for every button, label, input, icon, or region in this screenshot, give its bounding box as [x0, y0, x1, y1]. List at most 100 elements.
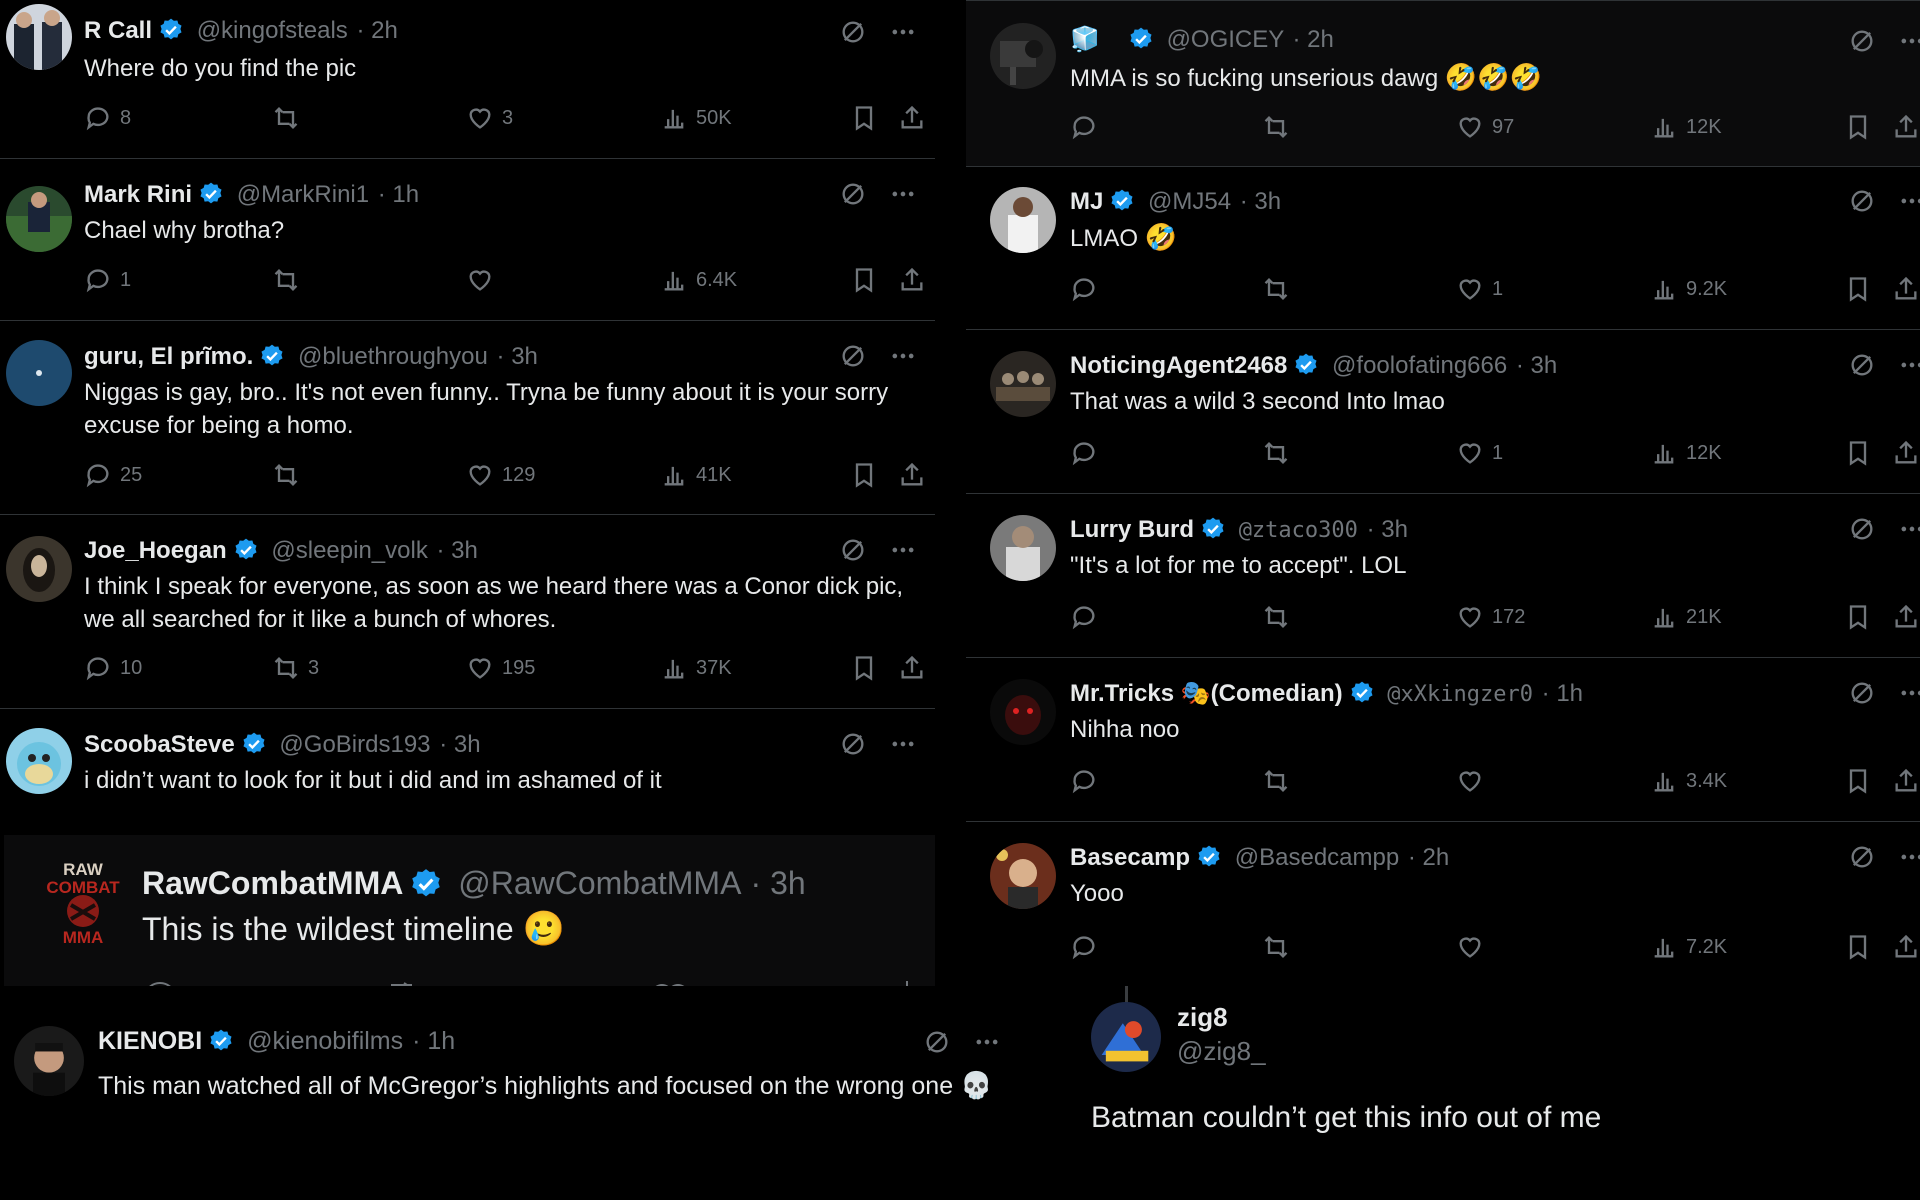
more-icon[interactable]	[1898, 843, 1920, 871]
more-icon[interactable]	[889, 536, 917, 564]
timestamp[interactable]: · 2h	[1408, 844, 1449, 871]
handle[interactable]: @GoBirds193	[279, 731, 430, 758]
grok-icon[interactable]	[1848, 679, 1876, 707]
handle[interactable]: @xXkingzer0	[1387, 682, 1533, 707]
retweet-button[interactable]	[272, 266, 308, 294]
bookmark-button[interactable]	[1844, 933, 1880, 961]
display-name[interactable]: NoticingAgent2468	[1070, 352, 1287, 379]
reply-tweet[interactable]: 🧊 @OGICEY · 2h MMA is so fucking unserio…	[966, 0, 1920, 167]
handle[interactable]: @ztaco300	[1239, 518, 1358, 543]
avatar[interactable]	[6, 536, 72, 602]
bookmark-button[interactable]	[1844, 767, 1880, 795]
display-name[interactable]: zig8	[1177, 1000, 1266, 1034]
avatar[interactable]	[1091, 1002, 1161, 1072]
bookmark-button[interactable]	[1844, 439, 1880, 467]
avatar[interactable]	[14, 1026, 84, 1096]
display-name[interactable]: Mr.Tricks 🎭(Comedian)	[1070, 680, 1343, 707]
retweet-button[interactable]	[1262, 603, 1298, 631]
timestamp[interactable]: · 3h	[1367, 516, 1408, 543]
reply-tweet[interactable]: Lurry Burd @ztaco300 · 3h "It's a lot fo…	[966, 493, 1920, 658]
reply-tweet[interactable]: Joe_Hoegan @sleepin_volk · 3h I think I …	[0, 514, 935, 709]
retweet-button[interactable]	[1262, 439, 1298, 467]
reply-tweet[interactable]: ScoobaSteve @GoBirds193 · 3h i didn’t wa…	[0, 708, 935, 835]
reply-tweet[interactable]: MJ @MJ54 · 3h LMAO 🤣 1 9.2K	[966, 165, 1920, 330]
reply-button[interactable]	[1070, 439, 1106, 467]
avatar[interactable]	[990, 351, 1056, 417]
retweet-button[interactable]	[1262, 113, 1298, 141]
bookmark-button[interactable]	[1844, 603, 1880, 631]
handle[interactable]: @kingofsteals	[197, 17, 348, 44]
like-button[interactable]: 129	[466, 461, 535, 489]
views-button[interactable]: 21K	[1650, 603, 1722, 631]
timestamp[interactable]: · 3h	[437, 537, 478, 564]
reply-tweet[interactable]: zig8 @zig8_ Batman couldn’t get this inf…	[1065, 986, 1920, 1200]
timestamp[interactable]: · 3h	[1516, 352, 1557, 379]
timestamp[interactable]: · 2h	[356, 17, 397, 44]
avatar[interactable]	[990, 23, 1056, 89]
display-name[interactable]: Basecamp	[1070, 844, 1190, 871]
display-name[interactable]: ScoobaSteve	[84, 731, 235, 758]
grok-icon[interactable]	[1848, 843, 1876, 871]
timestamp[interactable]: · 2h	[1293, 26, 1334, 53]
avatar[interactable]	[990, 843, 1056, 909]
reply-tweet[interactable]: R Call @kingofsteals · 2h Where do you f…	[0, 0, 935, 159]
share-button[interactable]	[898, 266, 934, 294]
grok-icon[interactable]	[839, 730, 867, 758]
more-icon[interactable]	[889, 180, 917, 208]
display-name[interactable]: Joe_Hoegan	[84, 537, 227, 564]
timestamp[interactable]: · 1h	[1542, 680, 1583, 707]
share-button[interactable]	[1892, 767, 1920, 795]
handle[interactable]: @bluethroughyou	[298, 343, 488, 370]
grok-icon[interactable]	[1848, 27, 1876, 55]
handle[interactable]: @MarkRini1	[237, 181, 369, 208]
more-icon[interactable]	[1898, 27, 1920, 55]
retweet-button[interactable]: 3	[272, 654, 319, 682]
like-button[interactable]	[466, 266, 502, 294]
like-button[interactable]	[1456, 767, 1492, 795]
reply-tweet[interactable]: guru, El prĩmo. @bluethroughyou · 3h Nig…	[0, 320, 935, 515]
grok-icon[interactable]	[839, 536, 867, 564]
views-button[interactable]: 12K	[1650, 113, 1722, 141]
display-name[interactable]: RawCombatMMA	[142, 865, 403, 901]
handle[interactable]: @OGICEY	[1167, 26, 1284, 53]
display-name[interactable]: Lurry Burd	[1070, 516, 1194, 543]
retweet-button[interactable]	[1262, 933, 1298, 961]
like-button[interactable]: 1	[1456, 439, 1503, 467]
bookmark-button[interactable]	[1844, 113, 1880, 141]
share-button[interactable]	[1892, 275, 1920, 303]
handle[interactable]: @foolofating666	[1332, 352, 1507, 379]
bookmark-button[interactable]	[850, 104, 886, 132]
like-button[interactable]	[1456, 933, 1492, 961]
views-button[interactable]: 6.4K	[660, 266, 737, 294]
quoted-tweet[interactable]: RAW COMBAT MMA RawCombatMMA @RawCombatMM…	[4, 835, 935, 986]
share-button[interactable]	[1892, 113, 1920, 141]
display-name[interactable]: R Call	[84, 17, 152, 44]
grok-icon[interactable]	[1848, 515, 1876, 543]
retweet-button[interactable]	[1262, 275, 1298, 303]
handle[interactable]: @zig8_	[1177, 1034, 1266, 1068]
timestamp[interactable]: · 3h	[439, 731, 480, 758]
avatar[interactable]	[6, 728, 72, 794]
views-button[interactable]: 7.2K	[1650, 933, 1727, 961]
views-button[interactable]: 9.2K	[1650, 275, 1727, 303]
like-button[interactable]: 1	[1456, 275, 1503, 303]
bookmark-button[interactable]	[850, 461, 886, 489]
bookmark-button[interactable]	[850, 266, 886, 294]
more-icon[interactable]	[1898, 187, 1920, 215]
reply-tweet[interactable]: KIENOBI @kienobifilms · 1h This man watc…	[0, 986, 1005, 1200]
timestamp[interactable]: · 1h	[412, 1027, 455, 1055]
handle[interactable]: @MJ54	[1148, 188, 1231, 215]
views-button[interactable]: 12K	[1650, 439, 1722, 467]
timestamp[interactable]: · 3h	[1240, 188, 1281, 215]
reply-button[interactable]	[1070, 933, 1106, 961]
grok-icon[interactable]	[839, 180, 867, 208]
handle[interactable]: @RawCombatMMA	[458, 865, 739, 901]
like-button[interactable]: 172	[1456, 603, 1525, 631]
avatar[interactable]	[990, 187, 1056, 253]
share-button[interactable]	[1892, 603, 1920, 631]
avatar[interactable]	[6, 4, 72, 70]
reply-button[interactable]: 25	[84, 461, 142, 489]
display-name[interactable]: guru, El prĩmo.	[84, 343, 253, 370]
grok-icon[interactable]	[1848, 187, 1876, 215]
reply-button[interactable]	[1070, 113, 1106, 141]
